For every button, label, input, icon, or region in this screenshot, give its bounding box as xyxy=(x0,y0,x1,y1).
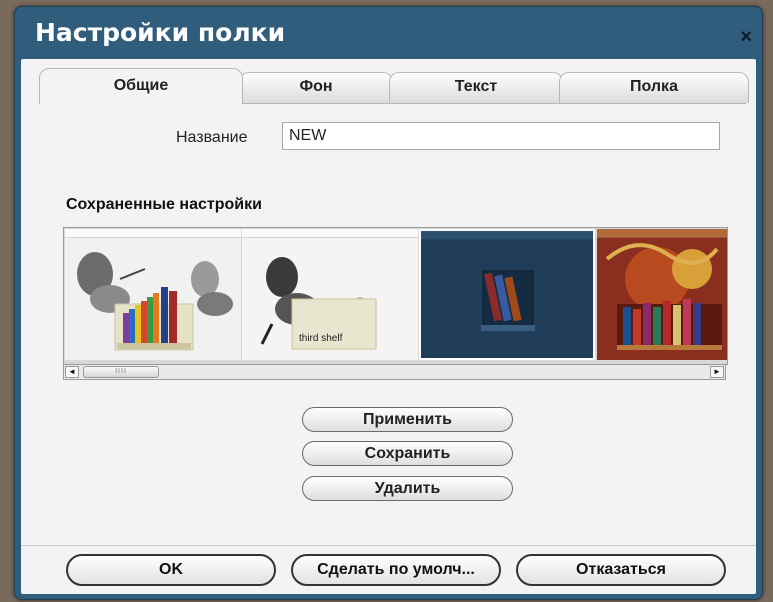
name-label: Название xyxy=(176,129,248,146)
saved-setting-thumbnail[interactable] xyxy=(419,229,595,360)
shelf-label: third shelf xyxy=(299,333,343,344)
make-default-button[interactable]: Сделать по умолч... xyxy=(291,554,501,586)
thumbnail-toolbar xyxy=(65,229,241,238)
saved-settings-heading: Сохраненные настройки xyxy=(66,196,262,213)
saved-settings-gallery: third shelf xyxy=(63,227,728,365)
scroll-right-button[interactable]: ► xyxy=(710,366,724,378)
tab-text[interactable]: Текст xyxy=(389,72,563,103)
delete-button[interactable]: Удалить xyxy=(302,476,513,501)
tab-general[interactable]: Общие xyxy=(39,68,243,104)
tab-bar: Общие Фон Текст Полка xyxy=(39,68,749,104)
thumbnail-toolbar xyxy=(242,229,418,238)
gallery-scrollbar[interactable]: ◄ IIII ► xyxy=(63,364,726,380)
shelf-preview-image xyxy=(605,243,722,350)
shelf-settings-dialog: Настройки полки × Общие Фон Текст Полка … xyxy=(14,6,763,600)
ok-button[interactable]: OK xyxy=(66,554,276,586)
thumbnail-toolbar xyxy=(597,229,727,238)
title-bar[interactable]: Настройки полки × xyxy=(15,7,762,59)
saved-setting-thumbnail[interactable] xyxy=(597,229,727,360)
apply-button[interactable]: Применить xyxy=(302,407,513,432)
name-input[interactable] xyxy=(282,122,720,150)
dialog-title: Настройки полки xyxy=(35,18,286,47)
dialog-content: Общие Фон Текст Полка Название Сохраненн… xyxy=(21,59,756,594)
save-button[interactable]: Сохранить xyxy=(302,441,513,466)
saved-setting-thumbnail[interactable]: third shelf xyxy=(242,229,418,360)
scroll-thumb[interactable]: IIII xyxy=(83,366,159,378)
scroll-left-button[interactable]: ◄ xyxy=(65,366,79,378)
cancel-button[interactable]: Отказаться xyxy=(516,554,726,586)
shelf-preview-image xyxy=(77,252,233,351)
footer-divider xyxy=(21,545,756,546)
saved-setting-thumbnail[interactable] xyxy=(65,229,241,360)
close-icon[interactable]: × xyxy=(740,27,752,47)
thumbnail-toolbar xyxy=(421,231,593,240)
tab-background[interactable]: Фон xyxy=(239,72,393,103)
shelf-preview-image xyxy=(481,270,535,331)
tab-shelf[interactable]: Полка xyxy=(559,72,749,103)
